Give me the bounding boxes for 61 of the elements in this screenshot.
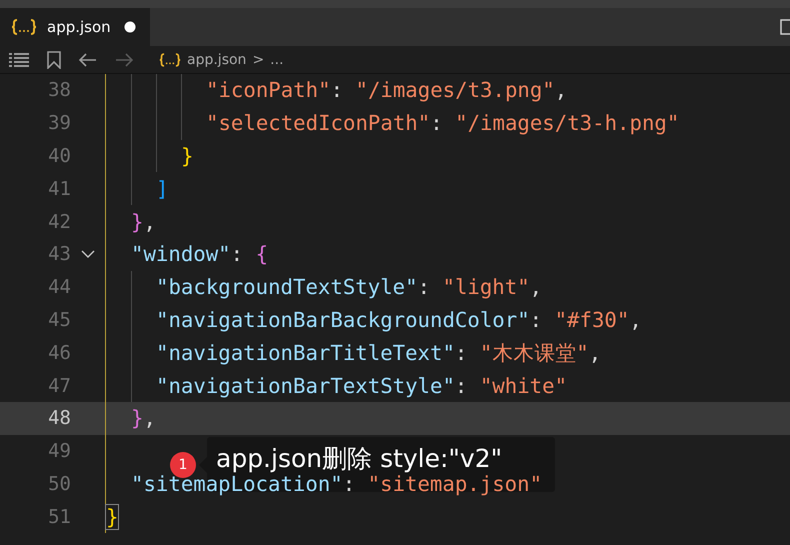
line-number: 42 — [47, 210, 71, 233]
code-token: "selectedIconPath" — [206, 111, 430, 136]
code-token: : — [454, 374, 468, 398]
code-token: "window" — [131, 242, 231, 266]
forward-arrow-icon[interactable] — [115, 52, 133, 66]
code-token: "white" — [480, 374, 568, 398]
code-token: ] — [156, 176, 168, 201]
count-badge: 1 — [170, 452, 196, 478]
code-token: "#f30" — [554, 308, 630, 332]
code-token: : — [230, 242, 244, 266]
code-token: , — [530, 275, 542, 300]
breadcrumb-item[interactable]: ... — [270, 52, 284, 68]
code-token: : — [418, 275, 432, 300]
code-token: : — [530, 308, 544, 332]
code-token: "navigationBarTextStyle" — [156, 374, 455, 398]
code-token: "navigationBarBackgroundColor" — [156, 308, 530, 332]
code-token: : — [430, 111, 444, 136]
chevron-down-icon[interactable] — [81, 250, 95, 258]
line-number: 51 — [47, 506, 71, 528]
code-token: "/images/t3.png" — [355, 78, 555, 102]
breadcrumb-separator: > — [252, 52, 264, 68]
code-token: "light" — [442, 275, 530, 300]
code-token: : — [330, 78, 344, 102]
code-token: } — [106, 504, 118, 529]
json-braces-icon — [11, 18, 37, 36]
line-number: 48 — [47, 407, 71, 430]
line-number: 49 — [47, 440, 71, 462]
code-token: , — [143, 406, 156, 430]
line-number: 40 — [47, 144, 71, 167]
line-number: 47 — [47, 374, 71, 397]
code-token: "木木课堂" — [480, 340, 589, 367]
code-token: } — [181, 144, 194, 168]
code-token: } — [131, 210, 144, 234]
line-number: 45 — [47, 308, 71, 331]
code-token: "backgroundTextStyle" — [156, 275, 418, 300]
json-braces-icon — [159, 52, 181, 68]
line-number: 41 — [47, 178, 71, 200]
line-number: 39 — [47, 112, 71, 134]
line-number: 46 — [47, 342, 71, 364]
code-token: "iconPath" — [206, 78, 331, 102]
code-token: , — [629, 308, 642, 332]
bookmark-icon[interactable] — [47, 50, 61, 68]
code-token: , — [554, 78, 568, 102]
code-token: "sitemap.json" — [368, 472, 542, 496]
code-token: : — [342, 472, 356, 496]
line-number: 44 — [47, 276, 71, 298]
line-number: 50 — [47, 472, 71, 495]
code-token: { — [256, 242, 268, 266]
split-editor-icon[interactable] — [780, 19, 790, 35]
breadcrumb-item[interactable]: app.json — [187, 52, 246, 68]
code-token: "/images/t3-h.png" — [455, 111, 680, 136]
line-number: 43 — [47, 243, 71, 266]
list-icon[interactable] — [9, 52, 29, 68]
code-token: : — [454, 340, 468, 365]
line-number: 38 — [47, 79, 71, 102]
code-token: , — [588, 340, 602, 365]
code-token: } — [131, 406, 144, 430]
back-arrow-icon[interactable] — [79, 52, 97, 66]
editor-tab[interactable]: app.json — [0, 8, 150, 46]
code-token: , — [143, 210, 156, 234]
code-token: "navigationBarTitleText" — [156, 340, 455, 365]
